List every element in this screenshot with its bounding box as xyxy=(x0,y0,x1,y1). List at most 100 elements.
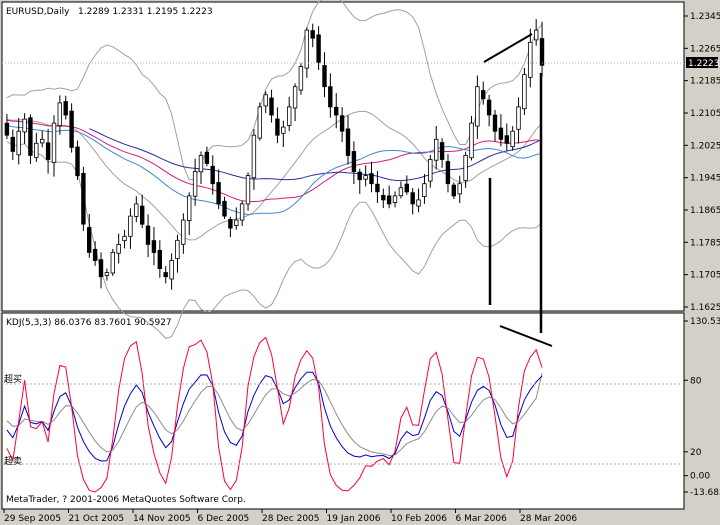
current-price-value: 1.2223 xyxy=(688,59,720,69)
candle-body xyxy=(422,183,427,197)
candle-body xyxy=(528,41,533,78)
candle-body xyxy=(416,199,421,207)
candle-body xyxy=(275,118,280,136)
candle-body xyxy=(339,115,345,132)
candle-body xyxy=(4,122,10,136)
price-tick-label: 1.1705 xyxy=(690,271,720,281)
time-tick-label: 21 Oct 2005 xyxy=(69,514,125,524)
ohlc-label: 1.2289 1.2331 1.2195 1.2223 xyxy=(78,7,213,17)
candle-body xyxy=(345,128,351,156)
candle-body xyxy=(498,127,504,140)
candle-body xyxy=(316,34,321,63)
time-tick-label: 14 Nov 2005 xyxy=(133,514,191,524)
candle-body xyxy=(381,194,386,201)
candle-body xyxy=(463,154,468,181)
candle-body xyxy=(16,130,21,156)
candle-body xyxy=(386,195,392,205)
candle-body xyxy=(28,117,33,156)
price-tick-label: 1.2345 xyxy=(690,12,720,22)
candle-body xyxy=(510,130,515,148)
candle-body xyxy=(263,94,268,107)
copyright-text: MetaTrader, ? 2001-2006 MetaQuotes Softw… xyxy=(6,495,246,505)
candle-body xyxy=(439,142,445,160)
candle-body xyxy=(369,173,374,185)
candle-body xyxy=(210,165,215,185)
candle-body xyxy=(504,135,509,144)
candle-body xyxy=(239,203,245,221)
candle-body xyxy=(392,195,398,203)
candle-body xyxy=(92,248,98,261)
candle-body xyxy=(398,187,404,197)
price-tick-label: 1.2105 xyxy=(690,109,720,119)
time-tick-label: 6 Mar 2006 xyxy=(456,514,508,524)
candle-body xyxy=(469,122,474,159)
price-tick-label: 1.2185 xyxy=(690,77,720,87)
candle-body xyxy=(251,134,257,179)
candle-body xyxy=(186,195,192,221)
time-tick-label: 28 Mar 2006 xyxy=(520,514,577,524)
candle-body xyxy=(292,86,298,109)
candle-body xyxy=(63,101,68,116)
candle-body xyxy=(428,159,433,182)
price-tick-label: 1.1945 xyxy=(690,174,720,184)
candle-body xyxy=(492,114,498,132)
candle-body xyxy=(404,183,409,193)
candle-body xyxy=(351,151,357,173)
candle-body xyxy=(304,29,309,69)
time-tick-label: 10 Feb 2006 xyxy=(391,514,447,524)
candle-body xyxy=(245,175,251,205)
candle-body xyxy=(157,249,162,269)
candle-body xyxy=(363,175,368,180)
candle-body xyxy=(286,106,292,126)
indicator-tick-label: 130.531 xyxy=(690,317,720,327)
candle-body xyxy=(534,29,539,41)
candle-body xyxy=(269,97,274,116)
candle-body xyxy=(198,154,204,173)
candle-body xyxy=(169,260,174,280)
candle-body xyxy=(333,106,339,116)
time-tick-label: 28 Dec 2005 xyxy=(262,514,320,524)
candle-body xyxy=(328,86,333,108)
candle-body xyxy=(539,38,545,66)
indicator-panel[interactable] xyxy=(1,312,685,510)
candle-body xyxy=(145,225,151,245)
overbought-label: 超买 xyxy=(4,373,22,385)
candle-body xyxy=(192,171,198,197)
candle-body xyxy=(298,66,304,91)
candle-body xyxy=(163,272,168,278)
candle-body xyxy=(34,142,39,159)
candle-body xyxy=(516,106,521,130)
candle-body xyxy=(75,146,80,177)
candle-body xyxy=(57,102,62,127)
candle-body xyxy=(310,30,315,39)
candle-body xyxy=(40,138,45,144)
indicator-tick-label: 80 xyxy=(690,376,702,386)
candle-body xyxy=(69,110,74,148)
candle-body xyxy=(10,136,15,152)
price-tick-label: 1.2265 xyxy=(690,44,720,54)
candle-body xyxy=(104,272,110,276)
candle-body xyxy=(81,172,86,225)
candle-body xyxy=(128,215,133,237)
candle-body xyxy=(22,118,27,133)
chart-window[interactable]: EURUSD,Daily 1.2289 1.2331 1.2195 1.2223… xyxy=(0,0,720,525)
indicator-tick-label: -13.6850 xyxy=(690,488,720,498)
candle-body xyxy=(475,86,480,127)
candle-body xyxy=(451,184,456,197)
price-tick-label: 1.2025 xyxy=(690,141,720,151)
price-panel[interactable] xyxy=(1,1,685,312)
candle-body xyxy=(139,205,145,225)
candle-body xyxy=(480,90,486,100)
time-tick-label: 19 Jan 2006 xyxy=(327,514,381,524)
candle-body xyxy=(281,126,286,134)
candle-body xyxy=(110,251,115,274)
time-tick-label: 6 Dec 2005 xyxy=(198,514,250,524)
candle-body xyxy=(116,243,121,254)
candle-body xyxy=(410,192,415,205)
candle-body xyxy=(216,181,221,205)
chart-canvas[interactable]: EURUSD,Daily 1.2289 1.2331 1.2195 1.2223… xyxy=(0,0,720,525)
candle-body xyxy=(134,203,139,217)
candle-body xyxy=(445,161,451,185)
candle-body xyxy=(45,142,51,160)
indicator-tick-label: 0.00 xyxy=(690,472,710,482)
